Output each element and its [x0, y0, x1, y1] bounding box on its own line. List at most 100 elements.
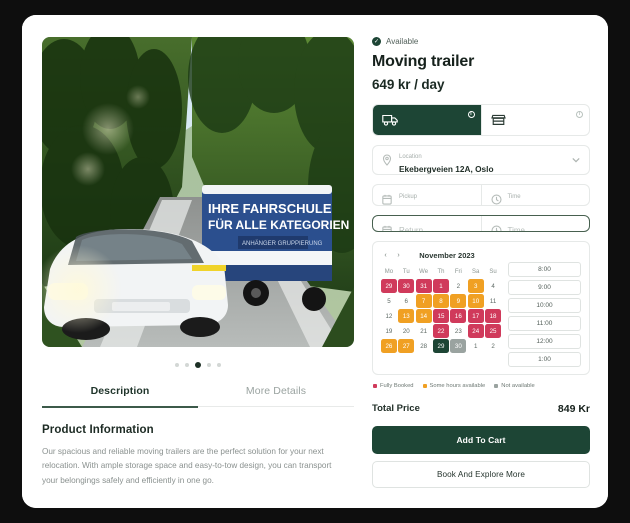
- tab-underline-track: [42, 406, 354, 408]
- tab-active-underline: [42, 406, 198, 408]
- carousel-dot-active[interactable]: [195, 362, 201, 368]
- delivery-option-group[interactable]: i Home delivery kr 200.00 i Pickup store…: [372, 104, 590, 136]
- chevron-right-icon[interactable]: ›: [394, 251, 403, 260]
- time-slot[interactable]: 11:00: [508, 315, 581, 331]
- info-icon[interactable]: i: [467, 111, 475, 118]
- calendar-day[interactable]: 13: [398, 309, 415, 323]
- product-tabs[interactable]: Description More Details: [42, 378, 354, 406]
- carousel-dots[interactable]: [42, 355, 354, 375]
- calendar-day[interactable]: 26: [381, 339, 397, 353]
- calendar-day[interactable]: 27: [398, 339, 415, 353]
- calendar-icon: [382, 225, 393, 231]
- calendar-day[interactable]: 30: [398, 279, 415, 293]
- calendar-day[interactable]: 10: [467, 294, 484, 308]
- svg-text:ANHÄNGER GRUPPIERUNG: ANHÄNGER GRUPPIERUNG: [242, 240, 323, 247]
- weekday-header: We: [419, 268, 429, 275]
- calendar-day[interactable]: 12: [381, 309, 397, 323]
- delivery-option-home-delivery[interactable]: i Home delivery kr 200.00: [373, 105, 481, 135]
- availability-status: ✓ Available: [372, 37, 590, 46]
- time-slot-list[interactable]: 8:00 9:00 10:00 11:00 12:00 1:00: [508, 249, 581, 367]
- info-icon[interactable]: i: [576, 111, 583, 118]
- truck-icon: [382, 113, 398, 130]
- product-price: 649 kr / day: [372, 77, 445, 92]
- calendar-day[interactable]: 17: [467, 309, 484, 323]
- device-frame: IHRE FAHRSCHULE FÜR ALLE KATEGORIEN ANHÄ…: [22, 15, 608, 508]
- calendar-day[interactable]: 2: [450, 279, 466, 293]
- clock-icon: [490, 194, 502, 205]
- page-title: Moving trailer: [372, 53, 475, 70]
- location-field-value: Ekebergveien 12A, Oslo: [399, 164, 494, 175]
- calendar-day[interactable]: 8: [433, 294, 449, 308]
- legend-swatch: [373, 383, 377, 388]
- location-select[interactable]: Location Ekebergveien 12A, Oslo: [372, 144, 590, 175]
- calendar-day[interactable]: 31: [415, 279, 432, 293]
- calendar-day[interactable]: 24: [467, 324, 484, 338]
- calendar-day[interactable]: 29: [433, 339, 449, 353]
- calendar-day[interactable]: 6: [398, 294, 414, 308]
- calendar-day[interactable]: 14: [415, 309, 432, 323]
- carousel-dot[interactable]: [185, 363, 189, 367]
- calendar-day[interactable]: 5: [381, 294, 397, 308]
- location-field-label: Location: [399, 154, 422, 161]
- calendar-header: ‹ › November 2023: [381, 249, 501, 262]
- calendar-month-label: November 2023: [419, 250, 475, 260]
- tab-more-details[interactable]: More Details: [198, 378, 354, 406]
- pickup-time-field[interactable]: Time 9:00: [480, 184, 590, 205]
- calendar-day[interactable]: 7: [415, 294, 432, 308]
- calendar-grid: Mo Tu We Th Fri Sa Su 29 30 31 1 2 3 4 5 6 7 8 9 10 1…: [381, 267, 501, 353]
- time-slot[interactable]: 9:00: [508, 279, 581, 295]
- calendar-day[interactable]: 20: [398, 324, 414, 338]
- time-slot[interactable]: 1:00: [508, 351, 581, 367]
- calendar-day[interactable]: 21: [416, 324, 432, 338]
- time-slot[interactable]: 12:00: [508, 333, 581, 349]
- product-image-carousel[interactable]: IHRE FAHRSCHULE FÜR ALLE KATEGORIEN ANHÄ…: [42, 37, 354, 347]
- weekday-header: Th: [437, 268, 445, 275]
- add-to-cart-button[interactable]: Add To Cart: [372, 425, 590, 454]
- calendar-day[interactable]: 22: [433, 324, 449, 338]
- calendar-day[interactable]: 2: [485, 339, 501, 353]
- calendar-day[interactable]: 11: [485, 294, 501, 308]
- trailer-road-photo: IHRE FAHRSCHULE FÜR ALLE KATEGORIEN ANHÄ…: [42, 37, 354, 347]
- calendar-day[interactable]: 29: [381, 279, 397, 293]
- calendar-day[interactable]: 25: [485, 324, 501, 338]
- legend-label: Not available: [501, 382, 535, 389]
- calendar-day[interactable]: 4: [485, 279, 501, 293]
- calendar-day[interactable]: 18: [485, 309, 501, 323]
- product-information-heading: Product Information: [42, 424, 154, 436]
- calendar-icon: [382, 194, 393, 205]
- chevron-down-icon[interactable]: [572, 157, 580, 163]
- delivery-option-pickup-store[interactable]: i Pickup store kr 0.00: [480, 105, 590, 135]
- legend-item-fully-booked: Fully Booked: [373, 383, 414, 389]
- svg-text:IHRE FAHRSCHULE: IHRE FAHRSCHULE: [208, 201, 332, 216]
- calendar-day[interactable]: 1: [468, 339, 484, 353]
- calendar-day[interactable]: 1: [433, 279, 449, 293]
- booking-panel: ✓ Available Moving trailer 649 kr / day …: [372, 37, 590, 488]
- calendar-day[interactable]: 30: [450, 339, 467, 353]
- time-slot[interactable]: 8:00: [508, 261, 581, 277]
- availability-calendar[interactable]: ‹ › November 2023 Mo Tu We Th Fri Sa Su …: [372, 240, 590, 375]
- carousel-dot[interactable]: [175, 363, 179, 367]
- carousel-dot[interactable]: [217, 363, 221, 367]
- pickup-date-field[interactable]: Pickup Aug 2, 2024: [373, 185, 481, 205]
- weekday-header: Fri: [454, 268, 462, 275]
- calendar-day[interactable]: 16: [450, 309, 467, 323]
- calendar-day[interactable]: 19: [381, 324, 397, 338]
- time-slot[interactable]: 10:00: [508, 297, 581, 313]
- product-booking-page: IHRE FAHRSCHULE FÜR ALLE KATEGORIEN ANHÄ…: [22, 15, 608, 508]
- calendar-day[interactable]: 9: [450, 294, 467, 308]
- return-date-field[interactable]: Return: [373, 216, 481, 231]
- store-icon: [490, 113, 506, 130]
- carousel-dot[interactable]: [207, 363, 211, 367]
- calendar-day[interactable]: 15: [433, 309, 449, 323]
- calendar-day[interactable]: 28: [416, 339, 432, 353]
- return-time-field[interactable]: Time: [480, 215, 590, 231]
- chevron-left-icon[interactable]: ‹: [381, 251, 390, 260]
- weekday-header: Su: [489, 268, 497, 275]
- calendar-day[interactable]: 23: [450, 324, 466, 338]
- book-and-explore-more-button[interactable]: Book And Explore More: [372, 460, 590, 488]
- weekday-header: Tu: [402, 268, 410, 275]
- pickup-datetime-row[interactable]: Pickup Aug 2, 2024 Time 9:00: [372, 183, 590, 206]
- calendar-day[interactable]: 3: [467, 279, 484, 293]
- tab-description[interactable]: Description: [42, 378, 198, 406]
- return-datetime-row[interactable]: Return Time: [372, 214, 590, 232]
